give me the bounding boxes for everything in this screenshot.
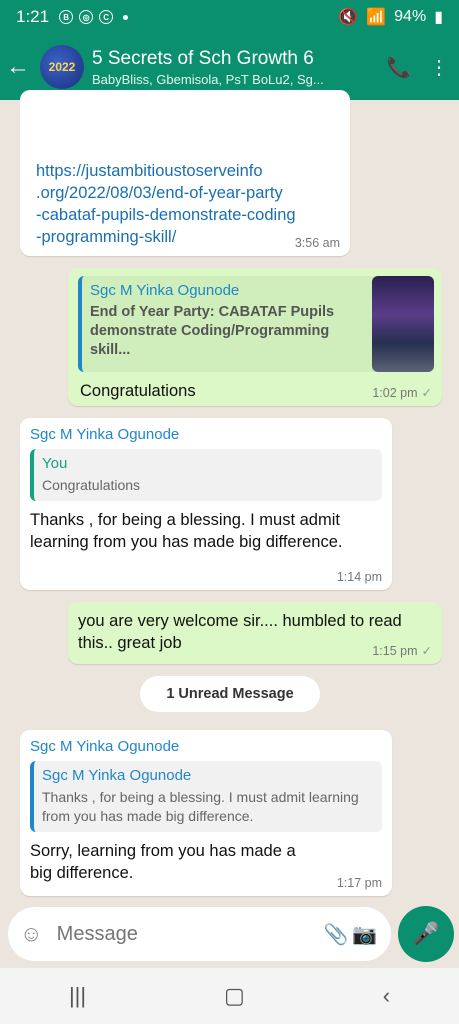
message-time: 1:02 pm bbox=[372, 386, 418, 400]
status-bar: 1:21 B ◎ C 🔇 📶 94% ▮ bbox=[0, 0, 459, 34]
mute-icon: 🔇 bbox=[338, 9, 359, 26]
group-avatar[interactable]: 2022 bbox=[40, 45, 84, 89]
emoji-icon[interactable]: ☺ bbox=[20, 921, 49, 947]
add-call-icon[interactable]: 📞 bbox=[379, 55, 419, 80]
link-line[interactable]: https://justambitioustoserveinfo bbox=[36, 160, 340, 182]
back-nav-icon[interactable]: ‹ bbox=[383, 983, 390, 1009]
message-bubble[interactable]: you are very welcome sir.... humbled to … bbox=[68, 602, 442, 664]
quoted-sender: Sgc M Yinka Ogunode bbox=[90, 282, 240, 299]
message-text: Sorry, learning from you has made a big … bbox=[30, 842, 296, 882]
message-sender[interactable]: Sgc M Yinka Ogunode bbox=[30, 738, 382, 755]
link-line[interactable]: -cabataf-pupils-demonstrate-coding bbox=[36, 204, 340, 226]
quoted-text: End of Year Party: CABATAF Pupils demons… bbox=[90, 304, 335, 358]
compose-bar: ☺ 📎 📷 bbox=[8, 907, 391, 961]
message-bubble[interactable]: https://justambitioustoserveinfo .org/20… bbox=[20, 90, 350, 256]
more-notifications-dot-icon bbox=[123, 14, 129, 20]
message-input[interactable] bbox=[48, 922, 322, 946]
paperclip-icon[interactable]: 📎 bbox=[322, 922, 351, 947]
copyright-app-icon: C bbox=[99, 10, 114, 24]
battery-level: 94% bbox=[394, 8, 427, 25]
quoted-message[interactable]: Sgc M Yinka Ogunode Thanks , for being a… bbox=[30, 761, 382, 832]
chat-title: 5 Secrets of Sch Growth 6 bbox=[92, 47, 314, 69]
status-time: 1:21 bbox=[16, 7, 50, 26]
message-meta: 1:15 pm ✓ bbox=[372, 643, 432, 658]
battery-icon: ▮ bbox=[434, 9, 443, 26]
quoted-sender: Sgc M Yinka Ogunode bbox=[42, 767, 192, 784]
link-line[interactable]: .org/2022/08/03/end-of-year-party bbox=[36, 182, 340, 204]
message-bubble[interactable]: Sgc M Yinka Ogunode Sgc M Yinka Ogunode … bbox=[20, 730, 392, 896]
sent-check-icon: ✓ bbox=[421, 386, 432, 400]
system-nav-bar: ||| ▢ ‹ bbox=[0, 968, 459, 1024]
quoted-text: Thanks , for being a blessing. I must ad… bbox=[42, 789, 359, 824]
arrow-left-icon[interactable]: ← bbox=[6, 53, 40, 81]
recent-apps-icon[interactable]: ||| bbox=[69, 983, 86, 1009]
message-meta: 1:02 pm ✓ bbox=[372, 385, 432, 400]
message-time: 1:15 pm bbox=[372, 644, 418, 658]
instagram-icon: ◎ bbox=[79, 10, 94, 24]
sent-check-icon: ✓ bbox=[421, 644, 432, 658]
message-sender[interactable]: Sgc M Yinka Ogunode bbox=[30, 426, 382, 443]
wifi-icon: 📶 bbox=[366, 9, 387, 26]
chat-header-info[interactable]: 5 Secrets of Sch Growth 6 BabyBliss, Gbe… bbox=[92, 48, 379, 87]
status-right: 🔇 📶 94% ▮ bbox=[338, 7, 443, 27]
message-time: 1:14 pm bbox=[336, 570, 382, 584]
notification-b-icon: B bbox=[59, 10, 74, 24]
camera-icon[interactable]: 📷 bbox=[350, 922, 379, 947]
mic-icon[interactable]: 🎤 bbox=[398, 906, 454, 962]
quoted-message[interactable]: You Congratulations bbox=[30, 449, 382, 501]
more-vert-icon[interactable]: ⋮ bbox=[419, 55, 459, 80]
message-time: 1:17 pm bbox=[336, 876, 382, 890]
home-icon[interactable]: ▢ bbox=[224, 983, 245, 1009]
message-bubble[interactable]: Sgc M Yinka Ogunode You Congratulations … bbox=[20, 418, 392, 590]
avatar-text: 2022 bbox=[48, 60, 76, 74]
quoted-text: Congratulations bbox=[42, 477, 141, 493]
quoted-sender: You bbox=[42, 455, 68, 472]
message-bubble[interactable]: Sgc M Yinka Ogunode End of Year Party: C… bbox=[68, 268, 442, 406]
chat-participants: BabyBliss, Gbemisola, PsT BoLu2, Sg... bbox=[92, 71, 324, 87]
message-link[interactable]: https://justambitioustoserveinfo .org/20… bbox=[30, 160, 340, 248]
message-time: 3:56 am bbox=[294, 236, 340, 250]
message-text: Thanks , for being a blessing. I must ad… bbox=[30, 511, 343, 551]
link-thumbnail-image[interactable] bbox=[372, 276, 434, 372]
unread-divider: 1 Unread Message bbox=[140, 676, 320, 712]
